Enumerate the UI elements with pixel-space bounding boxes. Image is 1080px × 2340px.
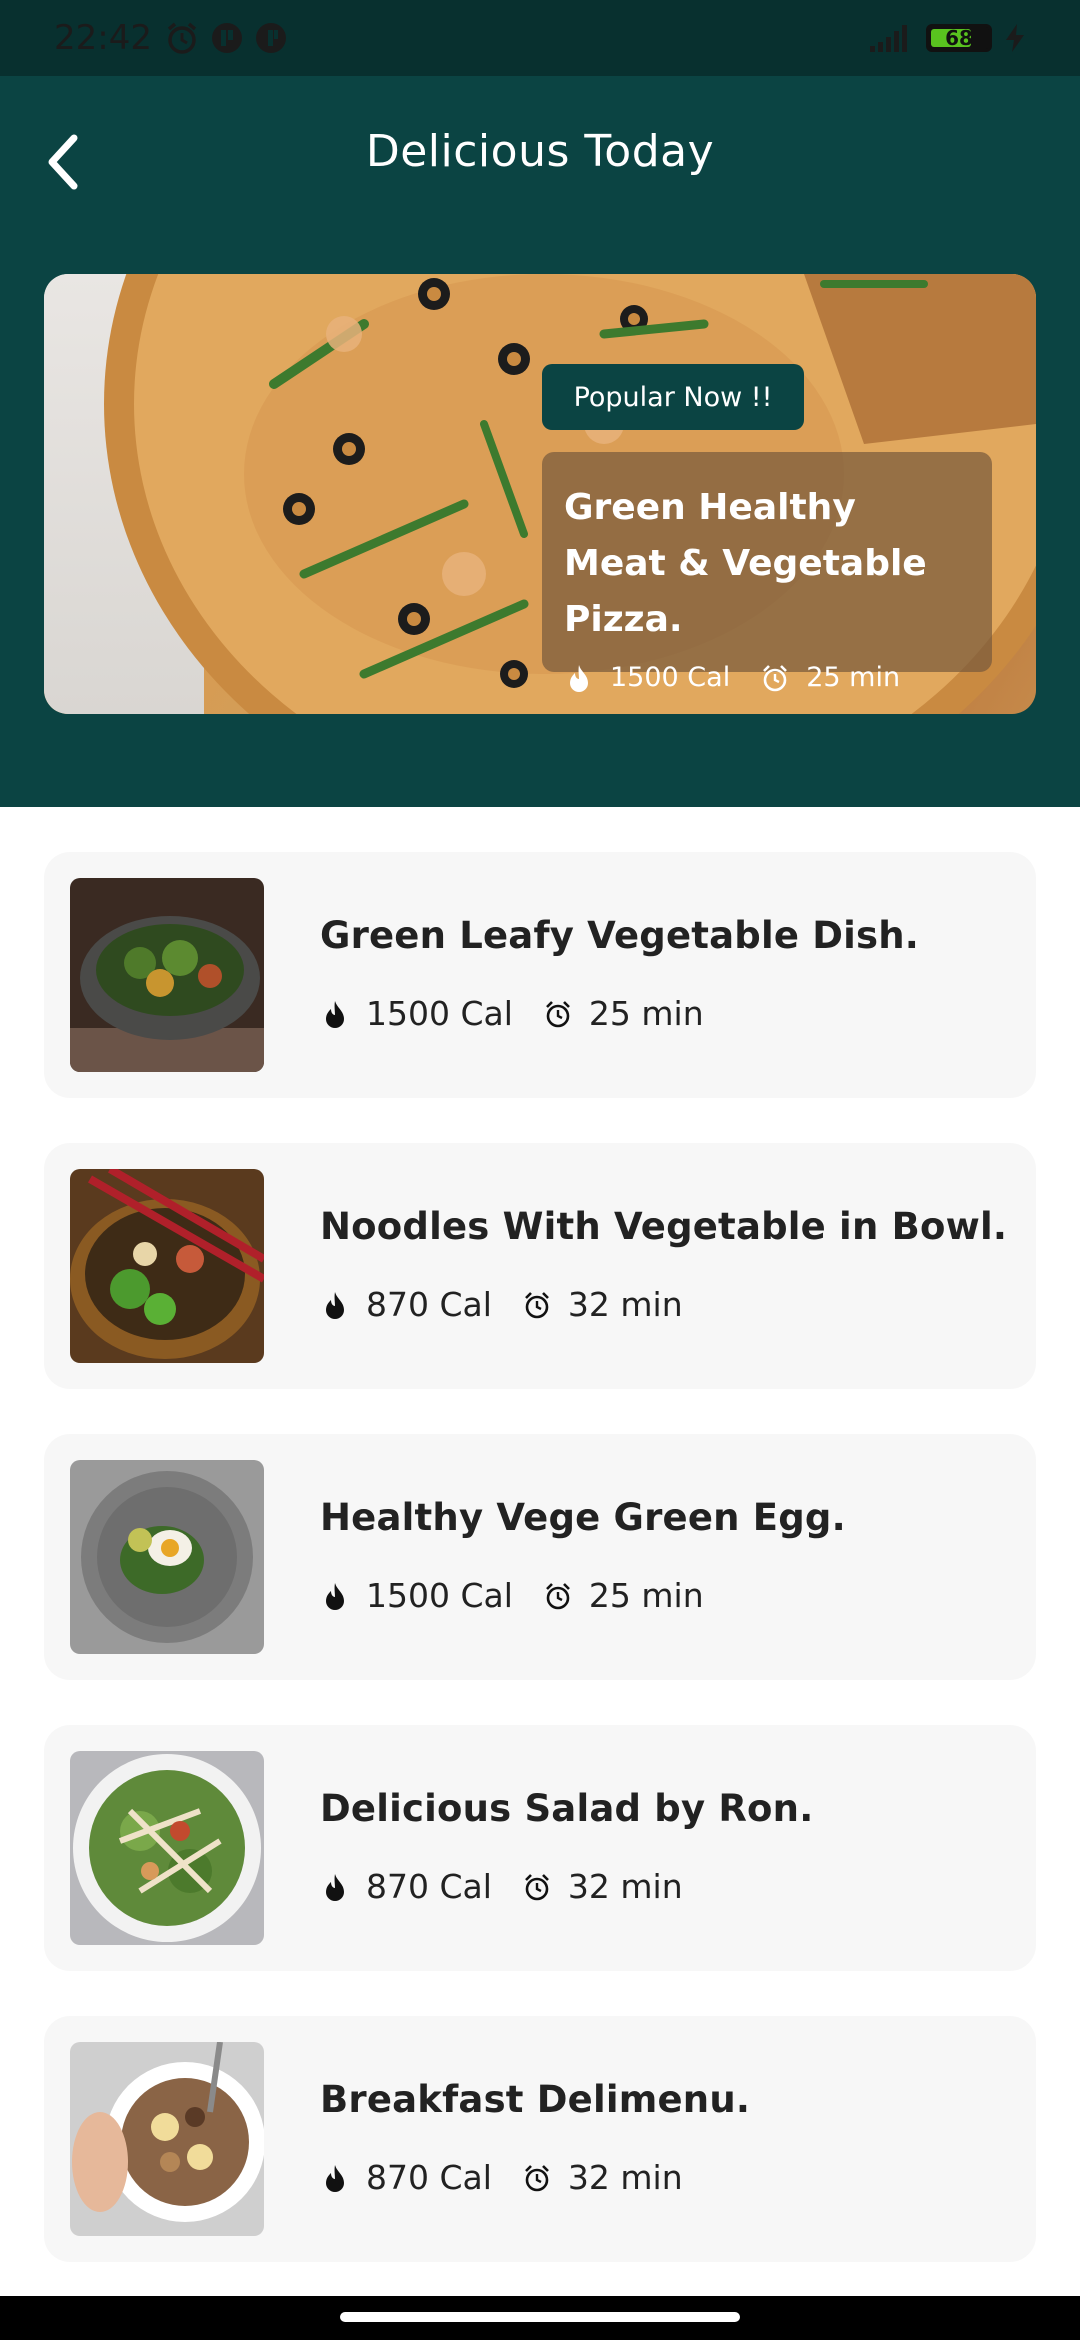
recipe-thumbnail	[70, 878, 264, 1072]
recipe-time: 25 min	[588, 1576, 704, 1615]
flame-icon	[326, 1582, 344, 1610]
recipe-meta: 1500 Cal 25 min	[320, 994, 704, 1033]
featured-recipe-calories: 1500 Cal	[610, 662, 731, 693]
recipe-meta: 870 Cal 32 min	[320, 1285, 683, 1324]
featured-recipe-info: Green Healthy Meat & Vegetable Pizza. 15…	[542, 452, 992, 693]
battery-icon: 68	[926, 24, 992, 52]
recipe-thumbnail	[70, 1169, 264, 1363]
status-bar: 22:42 68	[0, 0, 1080, 76]
recipe-name: Breakfast Delimenu.	[320, 2078, 751, 2121]
recipe-card[interactable]: Healthy Vege Green Egg. 1500 Cal 25 min	[44, 1434, 1036, 1680]
popular-badge: Popular Now !!	[542, 364, 804, 430]
flame-icon	[326, 1873, 344, 1901]
alarm-clock-icon	[545, 1000, 570, 1027]
featured-recipe-card[interactable]: Popular Now !! Green Healthy Meat & Vege…	[44, 274, 1036, 714]
alarm-icon	[167, 22, 197, 54]
alarm-clock-icon	[763, 664, 788, 691]
app-icon-2	[255, 23, 286, 53]
flame-icon	[570, 664, 588, 692]
recipe-thumbnail	[70, 2042, 264, 2236]
featured-recipe-name: Green Healthy Meat & Vegetable Pizza.	[564, 487, 927, 640]
home-indicator[interactable]	[340, 2312, 740, 2322]
recipe-meta: 870 Cal 32 min	[320, 2158, 683, 2197]
recipe-calories: 1500 Cal	[366, 1576, 513, 1615]
recipe-calories: 870 Cal	[366, 1867, 492, 1906]
app-icon-1	[211, 23, 242, 53]
flame-icon	[326, 2164, 344, 2192]
recipe-card[interactable]: Noodles With Vegetable in Bowl. 870 Cal …	[44, 1143, 1036, 1389]
recipe-time: 32 min	[567, 1285, 683, 1324]
recipe-calories: 870 Cal	[366, 1285, 492, 1324]
navigation-bar	[0, 2296, 1080, 2340]
recipe-name: Delicious Salad by Ron.	[320, 1787, 814, 1830]
alarm-clock-icon	[525, 1291, 549, 1318]
flame-icon	[326, 1000, 344, 1028]
recipe-thumbnail	[70, 1751, 264, 1945]
status-notification-icons	[164, 20, 288, 56]
recipe-name: Green Leafy Vegetable Dish.	[320, 914, 920, 957]
alarm-clock-icon	[525, 2164, 549, 2191]
screen: 22:42 68 Delicious Today Popular Now !! …	[0, 0, 1080, 2340]
featured-recipe-meta: 1500 Cal 25 min	[564, 662, 970, 693]
recipe-card[interactable]: Delicious Salad by Ron. 870 Cal 32 min	[44, 1725, 1036, 1971]
recipe-thumbnail	[70, 1460, 264, 1654]
header: Delicious Today Popular Now !! Green Hea…	[0, 76, 1080, 807]
battery-level: 68	[945, 26, 973, 50]
signal-icon	[870, 25, 907, 52]
featured-recipe-time: 25 min	[806, 662, 901, 693]
recipe-time: 25 min	[588, 994, 704, 1033]
recipe-list: Green Leafy Vegetable Dish. 1500 Cal 25 …	[44, 852, 1036, 2307]
alarm-clock-icon	[525, 1873, 549, 1900]
charging-icon	[1006, 24, 1024, 52]
recipe-card[interactable]: Breakfast Delimenu. 870 Cal 32 min	[44, 2016, 1036, 2262]
recipe-calories: 870 Cal	[366, 2158, 492, 2197]
page-title: Delicious Today	[365, 126, 715, 177]
recipe-calories: 1500 Cal	[366, 994, 513, 1033]
flame-icon	[326, 1291, 344, 1319]
recipe-meta: 870 Cal 32 min	[320, 1867, 683, 1906]
recipe-time: 32 min	[567, 1867, 683, 1906]
status-right: 68	[868, 22, 1026, 54]
recipe-card[interactable]: Green Leafy Vegetable Dish. 1500 Cal 25 …	[44, 852, 1036, 1098]
recipe-name: Noodles With Vegetable in Bowl.	[320, 1205, 1008, 1248]
status-time: 22:42	[54, 18, 152, 58]
recipe-time: 32 min	[567, 2158, 683, 2197]
recipe-meta: 1500 Cal 25 min	[320, 1576, 704, 1615]
alarm-clock-icon	[545, 1582, 570, 1609]
recipe-name: Healthy Vege Green Egg.	[320, 1496, 846, 1539]
